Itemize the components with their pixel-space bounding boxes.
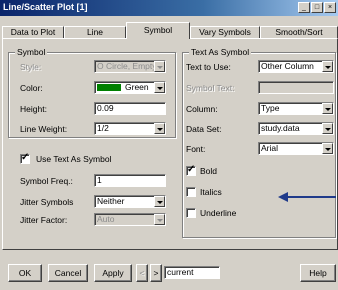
color-label: Color: (20, 83, 43, 93)
chevron-down-icon[interactable] (154, 214, 165, 225)
ok-button[interactable]: OK (8, 264, 42, 282)
symbol-group-title: Symbol (15, 47, 48, 57)
height-label: Height: (20, 104, 47, 114)
chevron-down-icon[interactable] (322, 143, 333, 154)
use-text-as-symbol-checkbox[interactable] (20, 152, 30, 164)
column-value: Type (261, 103, 280, 113)
underline-checkbox[interactable] (186, 208, 196, 218)
height-input[interactable]: 0.09 (94, 102, 166, 115)
text-to-use-label: Text to Use: (186, 62, 231, 72)
column-dropdown[interactable]: Type (258, 102, 334, 115)
use-text-as-symbol-label: Use Text As Symbol (36, 154, 112, 164)
bold-checkbox[interactable] (186, 164, 196, 176)
tab-symbol[interactable]: Symbol (126, 22, 190, 39)
previous-button[interactable]: < (136, 264, 148, 282)
annotation-arrow-icon (278, 192, 336, 202)
jitter-symbols-value: Neither (97, 196, 125, 206)
cancel-button[interactable]: Cancel (48, 264, 88, 282)
line-scatter-plot-dialog: Line/Scatter Plot [1] _ □ × Data to Plot… (0, 0, 338, 290)
line-weight-label: Line Weight: (20, 124, 68, 134)
jitter-factor-value: Auto (97, 214, 115, 224)
style-label: Style: (20, 62, 42, 72)
font-dropdown[interactable]: Arial (258, 142, 334, 155)
chevron-down-icon[interactable] (322, 123, 333, 134)
chevron-down-icon[interactable] (322, 103, 333, 114)
current-selector[interactable]: current (164, 266, 220, 279)
font-value: Arial (261, 143, 279, 153)
tab-strip: Data to Plot Line Symbol Vary Symbols Sm… (0, 20, 338, 39)
italics-checkbox[interactable] (186, 187, 196, 197)
close-button[interactable]: × (324, 2, 336, 13)
line-weight-value: 1/2 (97, 123, 109, 133)
font-label: Font: (186, 144, 206, 154)
color-swatch (97, 84, 121, 91)
title-bar: Line/Scatter Plot [1] _ □ × (0, 0, 338, 16)
color-dropdown[interactable]: Green (94, 81, 166, 94)
chevron-down-icon[interactable] (154, 123, 165, 134)
text-to-use-value: Other Column (261, 61, 314, 71)
jitter-factor-label: Jitter Factor: (20, 215, 68, 225)
bold-label: Bold (200, 166, 218, 176)
symbol-freq-label: Symbol Freq.: (20, 176, 73, 186)
symbol-text-input[interactable] (258, 81, 334, 94)
underline-label: Underline (200, 208, 237, 218)
arrow-head (278, 192, 288, 202)
text-to-use-dropdown[interactable]: Other Column (258, 60, 334, 73)
chevron-down-icon[interactable] (322, 61, 333, 72)
symbol-text-label: Symbol Text: (186, 83, 235, 93)
chevron-down-icon[interactable] (154, 61, 165, 72)
chevron-down-icon[interactable] (154, 196, 165, 207)
text-as-symbol-group-title: Text As Symbol (189, 47, 252, 57)
data-set-label: Data Set: (186, 124, 222, 134)
jitter-factor-dropdown[interactable]: Auto (94, 213, 166, 226)
color-value: Green (125, 82, 149, 92)
apply-button[interactable]: Apply (94, 264, 132, 282)
maximize-button[interactable]: □ (311, 2, 323, 13)
italics-label: Italics (200, 187, 222, 197)
symbol-freq-input[interactable]: 1 (94, 174, 166, 187)
data-set-dropdown[interactable]: study.data (258, 122, 334, 135)
minimize-button[interactable]: _ (298, 2, 310, 13)
style-value: O Circle, Empty (97, 61, 157, 71)
jitter-symbols-label: Jitter Symbols (20, 197, 74, 207)
window-title: Line/Scatter Plot [1] (3, 2, 88, 12)
style-dropdown[interactable]: O Circle, Empty (94, 60, 166, 73)
next-button[interactable]: > (150, 264, 162, 282)
chevron-down-icon[interactable] (154, 82, 165, 93)
jitter-symbols-dropdown[interactable]: Neither (94, 195, 166, 208)
data-set-value: study.data (261, 123, 300, 133)
line-weight-dropdown[interactable]: 1/2 (94, 122, 166, 135)
help-button[interactable]: Help (300, 264, 336, 282)
column-label: Column: (186, 104, 218, 114)
